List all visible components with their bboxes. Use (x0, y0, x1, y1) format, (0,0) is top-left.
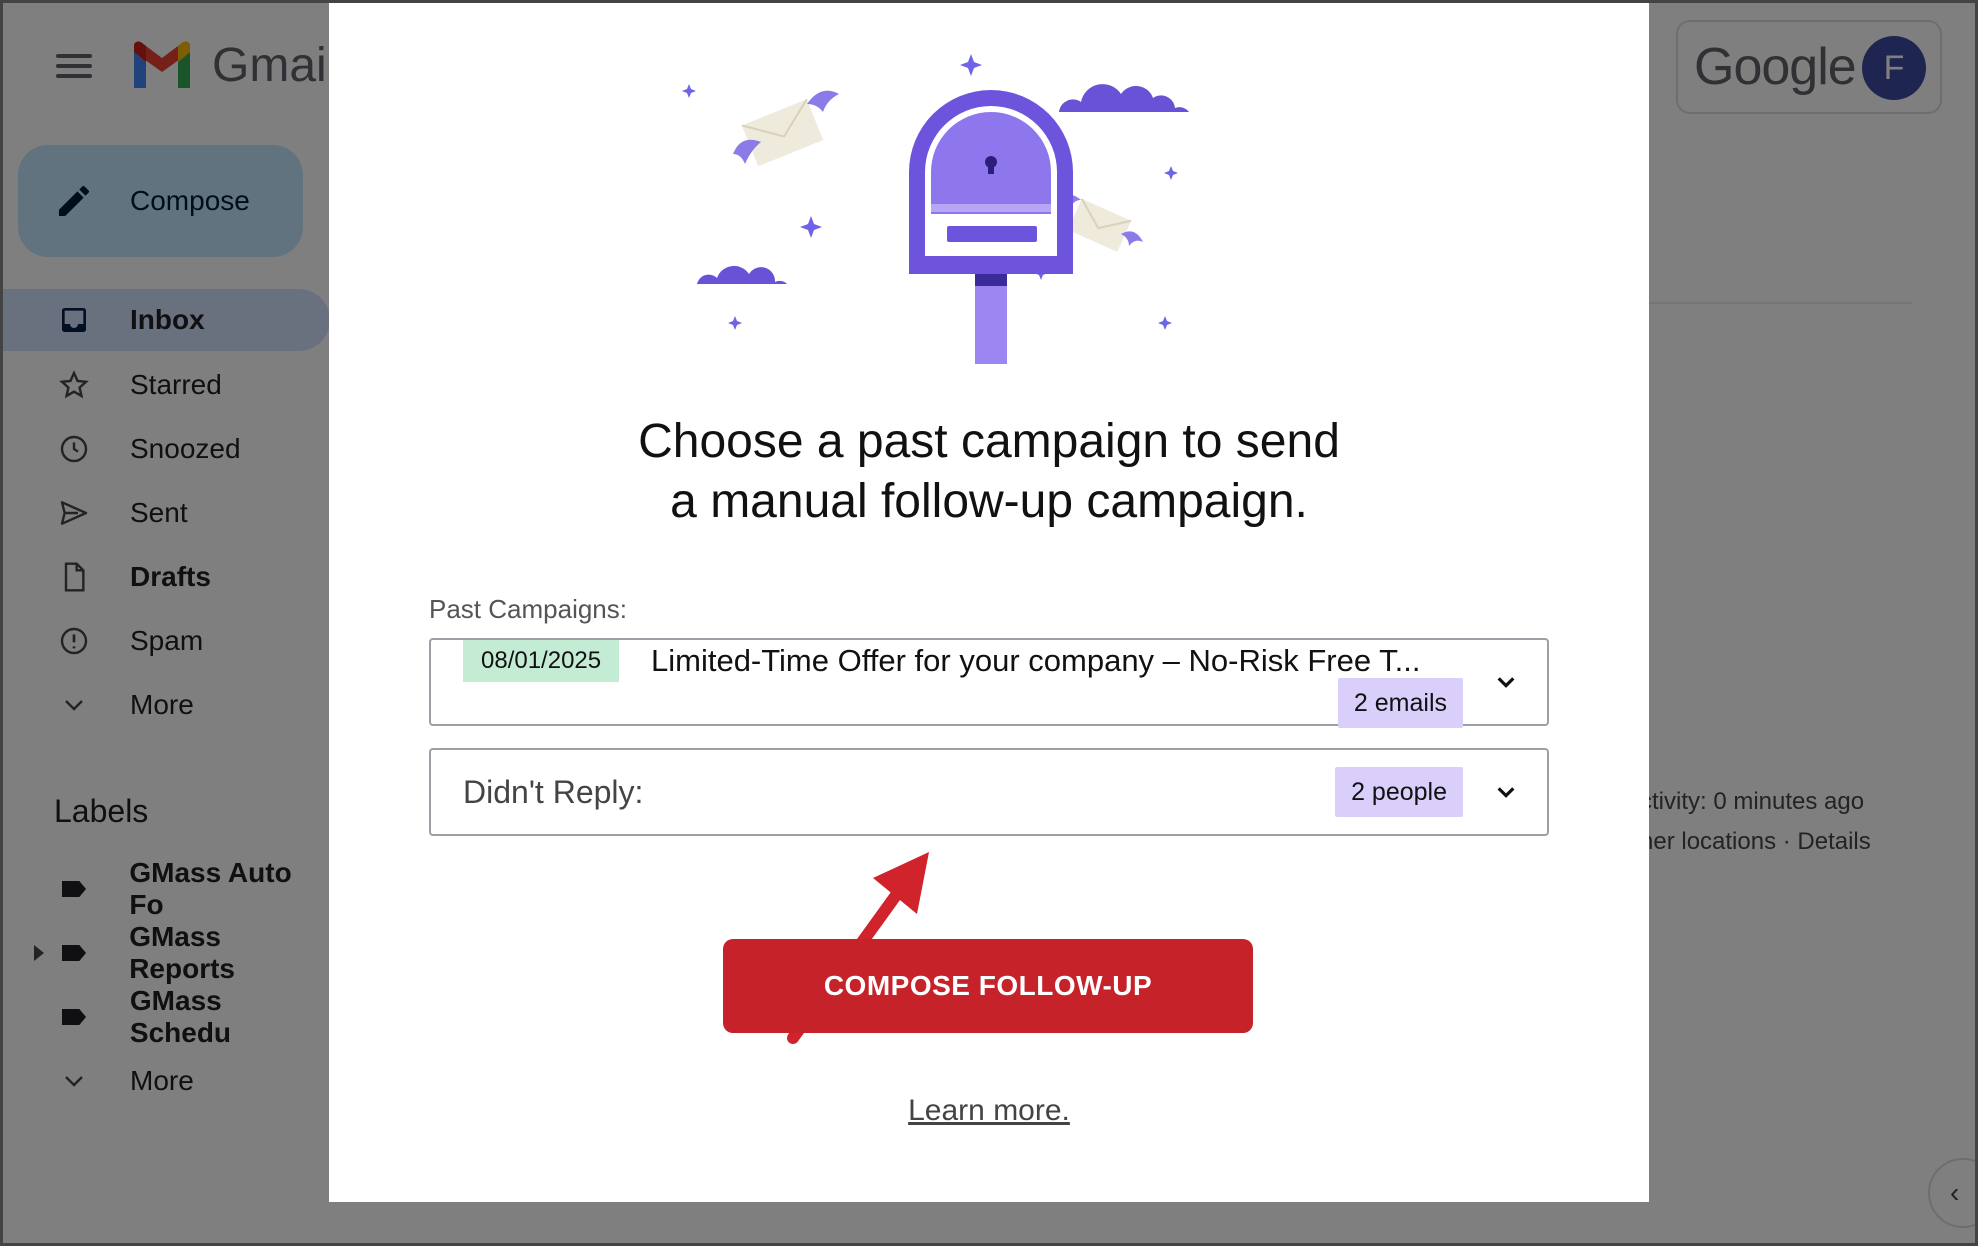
past-campaigns-label: Past Campaigns: (429, 594, 627, 624)
compose-followup-button[interactable]: COMPOSE FOLLOW-UP (723, 939, 1253, 1033)
campaign-date-badge: 08/01/2025 (463, 640, 620, 682)
mailbox-illustration (682, 54, 1189, 364)
filter-label: Didn't Reply: (463, 773, 644, 810)
followup-modal: Choose a past campaign to send a manual … (329, 2, 1649, 1202)
chevron-down-icon[interactable] (1495, 640, 1517, 724)
campaign-title: Limited-Time Offer for your company – No… (651, 643, 1421, 678)
learn-more-text[interactable]: Learn more. (908, 1094, 1070, 1127)
modal-headline: Choose a past campaign to send a manual … (329, 412, 1649, 532)
headline-line-2: a manual follow-up campaign. (670, 475, 1308, 528)
chevron-down-icon[interactable] (1495, 750, 1517, 834)
past-campaign-select[interactable]: 08/01/2025 Limited-Time Offer for your c… (429, 638, 1549, 728)
recipient-filter-select[interactable]: Didn't Reply: 2 people (429, 748, 1549, 836)
people-count-badge: 2 people (1335, 767, 1463, 817)
email-count-badge: 2 emails (1337, 678, 1463, 728)
headline-line-1: Choose a past campaign to send (638, 415, 1340, 468)
learn-more-link: Learn more. (329, 1094, 1649, 1128)
